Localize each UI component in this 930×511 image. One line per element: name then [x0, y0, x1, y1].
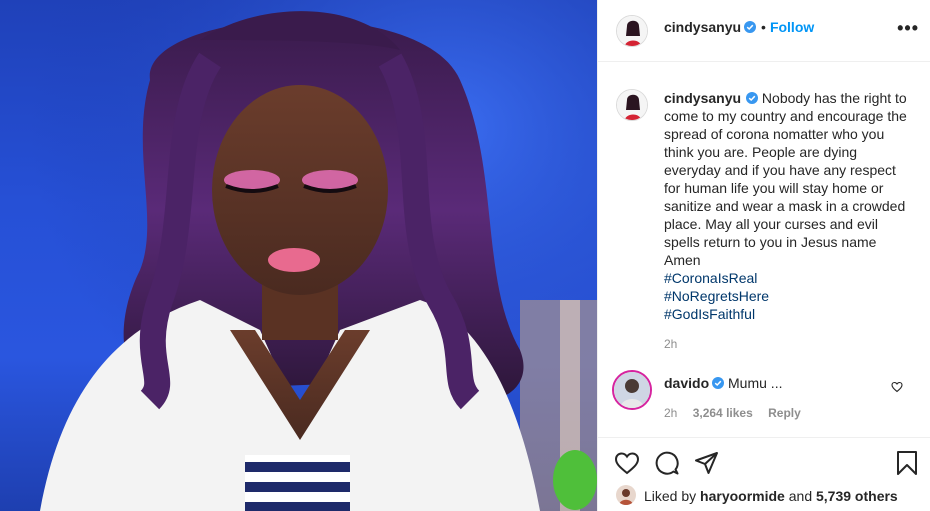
comment-text: Mumu ... — [728, 375, 783, 391]
author-avatar-image — [617, 16, 647, 46]
photo-illustration — [0, 0, 597, 511]
header-user-line: cindysanyu • Follow — [664, 19, 814, 35]
hashtag-link[interactable]: #GodIsFaithful — [664, 305, 914, 323]
separator-dot: • — [761, 19, 766, 35]
verified-badge-icon — [712, 377, 725, 389]
comment-icon[interactable] — [654, 450, 680, 476]
liker-avatar-image — [616, 485, 636, 505]
author-avatar[interactable] — [616, 15, 648, 47]
post-caption: cindysanyu Nobody has the right to come … — [664, 89, 914, 323]
author-username[interactable]: cindysanyu — [664, 19, 741, 35]
comment-timestamp[interactable]: 2h — [664, 406, 677, 420]
more-options-icon[interactable]: ••• — [897, 18, 919, 38]
comment-like-heart-icon[interactable] — [891, 381, 903, 393]
comment-likes[interactable]: 3,264 likes — [693, 406, 753, 420]
commenter-avatar[interactable] — [612, 370, 652, 410]
verified-badge-icon — [744, 21, 757, 33]
reply-button[interactable]: Reply — [768, 406, 801, 420]
caption-timestamp[interactable]: 2h — [664, 337, 677, 351]
share-icon[interactable] — [694, 450, 720, 476]
commenter-avatar-image — [614, 372, 650, 408]
hashtag-link[interactable]: #CoronaIsReal — [664, 269, 914, 287]
liked-by-prefix: Liked by — [644, 488, 697, 504]
save-icon[interactable] — [896, 450, 918, 476]
liked-by-others[interactable]: 5,739 others — [816, 488, 898, 504]
heart-icon[interactable] — [614, 451, 640, 475]
hashtag-link[interactable]: #NoRegretsHere — [664, 287, 914, 305]
verified-badge-icon — [746, 92, 759, 104]
caption-avatar-image — [617, 90, 647, 120]
post-details-panel: cindysanyu • Follow ••• cindysanyu Nobody … — [597, 0, 930, 511]
caption-author-avatar[interactable] — [616, 89, 648, 121]
caption-text: Nobody has the right to come to my count… — [664, 90, 907, 268]
liker-avatar[interactable] — [616, 485, 636, 505]
caption-username[interactable]: cindysanyu — [664, 90, 741, 106]
commenter-username[interactable]: davido — [664, 375, 709, 391]
action-bar: Liked by haryoormide and 5,739 others — [598, 437, 930, 511]
comment-meta: 2h 3,264 likes Reply — [664, 406, 813, 420]
liked-by-user[interactable]: haryoormide — [700, 488, 785, 504]
post-photo[interactable] — [0, 0, 597, 511]
follow-button[interactable]: Follow — [770, 19, 814, 35]
liked-by-connector: and — [788, 488, 813, 504]
comment: davido Mumu ... — [664, 375, 782, 391]
post-header: cindysanyu • Follow ••• — [598, 0, 930, 62]
liked-by-summary: Liked by haryoormide and 5,739 others — [644, 488, 898, 504]
